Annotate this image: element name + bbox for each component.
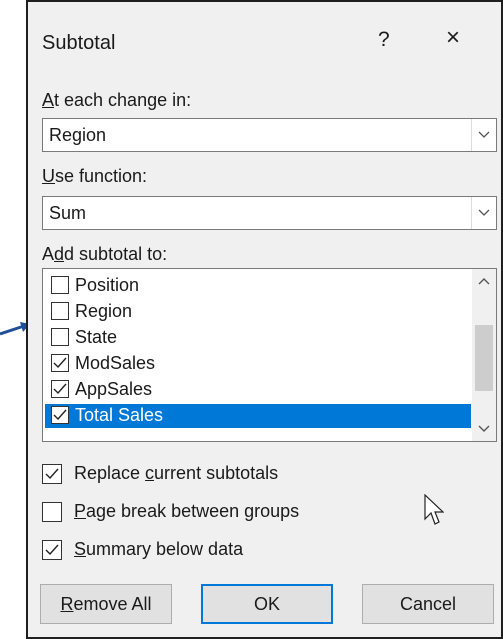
checkbox[interactable] xyxy=(51,276,69,294)
remove-all-button[interactable]: Remove All xyxy=(40,584,172,624)
checkbox[interactable] xyxy=(51,302,69,320)
scrollbar-thumb[interactable] xyxy=(475,325,493,391)
list-item[interactable]: ModSales xyxy=(45,352,471,376)
checkbox[interactable] xyxy=(42,502,62,522)
list-item[interactable]: State xyxy=(45,326,471,350)
mouse-cursor-icon xyxy=(424,494,444,525)
title-bar: Subtotal ? × xyxy=(28,2,501,78)
dialog-title: Subtotal xyxy=(42,32,116,54)
chevron-down-icon[interactable] xyxy=(471,119,496,151)
ok-button[interactable]: OK xyxy=(201,584,333,624)
use-function-value: Sum xyxy=(49,203,87,223)
checkbox-checked[interactable] xyxy=(51,380,69,398)
checkbox[interactable] xyxy=(51,328,69,346)
list-item[interactable]: AppSales xyxy=(45,378,471,402)
check-icon xyxy=(53,357,67,369)
chevron-down-icon[interactable] xyxy=(471,197,496,229)
subtotal-dialog: Subtotal ? × At each change in: Region U… xyxy=(26,0,503,639)
list-item[interactable]: Region xyxy=(45,300,471,324)
chevron-down-icon[interactable] xyxy=(472,417,496,441)
close-button[interactable]: × xyxy=(446,24,460,52)
help-button[interactable]: ? xyxy=(378,28,390,52)
add-subtotal-list[interactable]: Position Region State ModSales AppSales xyxy=(42,268,497,442)
check-icon xyxy=(53,383,67,395)
use-function-label: Use function: xyxy=(42,166,148,186)
check-icon xyxy=(45,544,59,556)
checkbox-checked[interactable] xyxy=(42,464,62,484)
list-scrollbar[interactable] xyxy=(472,269,496,441)
chevron-up-icon[interactable] xyxy=(472,269,496,293)
cancel-button[interactable]: Cancel xyxy=(362,584,494,624)
check-icon xyxy=(53,409,67,421)
at-each-change-label: At each change in: xyxy=(42,90,192,110)
check-icon xyxy=(45,468,59,480)
checkbox-checked[interactable] xyxy=(42,540,62,560)
add-subtotal-label: Add subtotal to: xyxy=(42,244,168,264)
checkbox-checked[interactable] xyxy=(51,406,69,424)
checkbox-checked[interactable] xyxy=(51,354,69,372)
at-each-change-select[interactable]: Region xyxy=(42,118,497,152)
list-item-selected[interactable]: Total Sales xyxy=(45,404,471,428)
at-each-change-value: Region xyxy=(49,125,107,145)
list-item[interactable]: Position xyxy=(45,274,471,298)
use-function-select[interactable]: Sum xyxy=(42,196,497,230)
